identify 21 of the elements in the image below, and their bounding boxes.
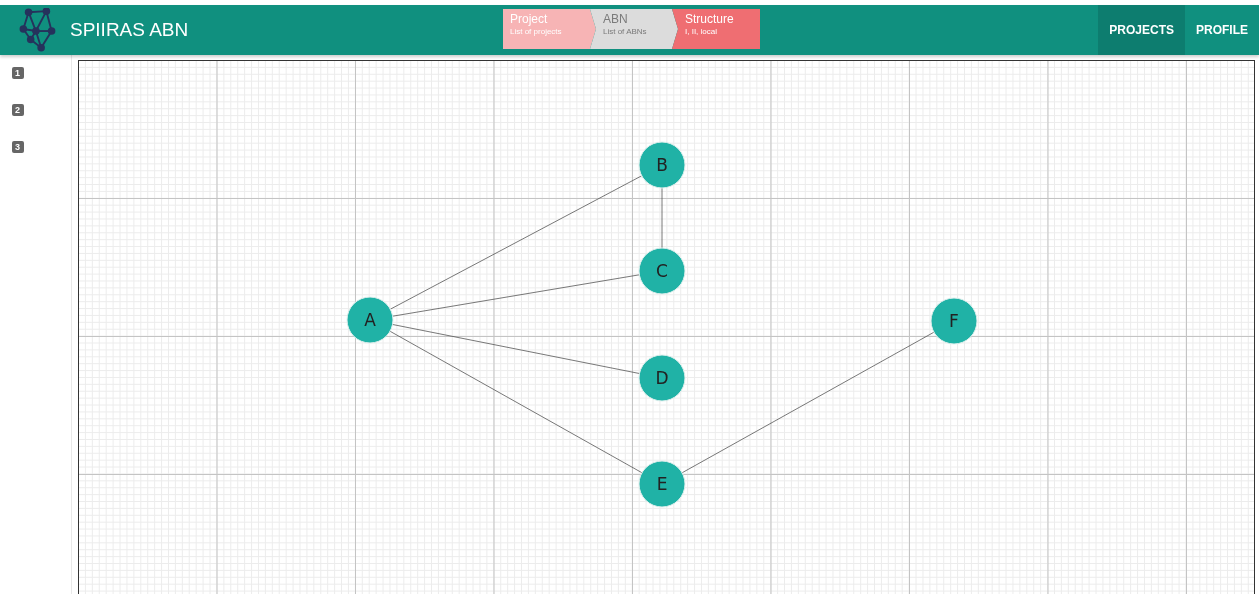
number-icon[interactable]: 2 [11, 104, 24, 116]
nav-tab[interactable]: PROJECTS [1098, 5, 1185, 55]
step-subtitle: List of projects [510, 26, 563, 38]
step-title: Structure [685, 12, 735, 26]
edge-line [661, 187, 663, 249]
graph-node[interactable]: F [930, 297, 978, 345]
number-icon[interactable]: 3 [11, 141, 24, 153]
number-icon[interactable]: 1 [11, 67, 24, 79]
step-subtitle: List of ABNs [603, 26, 648, 38]
step-title: ABN [603, 12, 629, 26]
graph-node[interactable]: D [638, 354, 686, 402]
nav-tab[interactable]: PROFILE [1185, 5, 1259, 55]
step-title: Project [510, 12, 549, 26]
app-title: SPIIRAS ABN [70, 19, 189, 41]
breadcrumb-step[interactable]: ABN List of ABNs [590, 9, 678, 49]
breadcrumb-step[interactable]: Structure I, II, local [672, 9, 760, 49]
graph-node[interactable]: A [346, 296, 394, 344]
step-subtitle: I, II, local [685, 26, 718, 38]
graph-node[interactable]: E [638, 460, 686, 508]
graph-node[interactable]: B [638, 141, 686, 189]
graph-node[interactable]: C [638, 247, 686, 295]
